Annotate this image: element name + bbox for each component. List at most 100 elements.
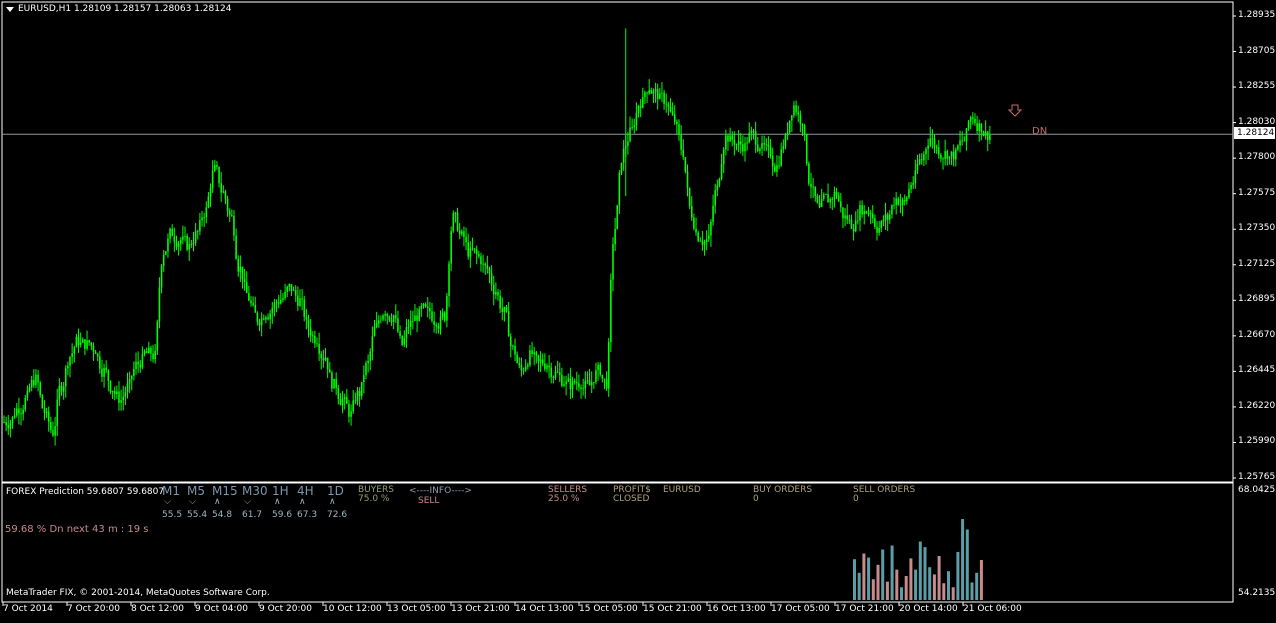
- candle-body: [897, 198, 900, 205]
- candle-body: [354, 400, 357, 402]
- candle-body: [5, 422, 7, 426]
- candle-body: [386, 314, 389, 317]
- candle-body: [175, 241, 178, 247]
- candle-body: [558, 372, 561, 375]
- candle-body: [15, 408, 18, 416]
- candle-body: [60, 385, 63, 392]
- candle-body: [333, 378, 335, 389]
- candle-body: [86, 340, 88, 349]
- time-tick-label: 20 Oct 14:00: [899, 604, 958, 614]
- chart-menu-triangle-icon[interactable]: [6, 7, 14, 12]
- symbol-info: EURUSD,H1 1.28109 1.28157 1.28063 1.2812…: [18, 4, 232, 14]
- candle-body: [431, 311, 433, 321]
- candle-body: [701, 240, 704, 245]
- candle-body: [748, 133, 751, 143]
- candle-body: [218, 166, 220, 184]
- candle-body: [607, 342, 610, 389]
- candle-body: [769, 146, 772, 156]
- candle-body: [957, 145, 959, 150]
- candle-body: [903, 199, 906, 202]
- candle-body: [265, 317, 267, 320]
- candle-body: [262, 318, 265, 320]
- candle-body: [588, 380, 591, 386]
- candle-body: [258, 321, 261, 326]
- candle-body: [275, 302, 278, 304]
- candle-body: [111, 390, 114, 393]
- candle-body: [584, 381, 587, 389]
- candle-body: [893, 205, 895, 206]
- candle-body: [908, 189, 910, 198]
- candle-body: [458, 230, 461, 235]
- candle-body: [165, 251, 167, 255]
- timeframe-label: M1: [162, 484, 180, 498]
- candle-body: [120, 400, 122, 403]
- timeframe-label: M15: [212, 484, 238, 498]
- timeframe-label: 1H: [272, 484, 289, 498]
- candle-body: [552, 377, 555, 378]
- candle-body: [978, 123, 981, 132]
- candle-body: [495, 291, 497, 295]
- price-tick-label: 1.25990: [1238, 436, 1276, 447]
- candle-body: [771, 155, 774, 167]
- candle-body: [45, 411, 48, 413]
- time-tick-label: 7 Oct 2014: [3, 604, 53, 614]
- candle-body: [610, 279, 612, 343]
- candle-body: [418, 309, 421, 321]
- candle-body: [580, 387, 582, 389]
- candle-body: [578, 383, 580, 388]
- candle-body: [73, 347, 76, 354]
- candle-body: [631, 127, 633, 129]
- candle-body: [437, 326, 440, 329]
- histogram-bar: [885, 581, 889, 600]
- candle-body: [507, 311, 510, 337]
- candle-body: [9, 423, 12, 429]
- candle-body: [154, 350, 156, 360]
- candle-body: [699, 240, 702, 242]
- candle-body: [742, 144, 744, 152]
- candle-body: [269, 313, 271, 320]
- candle-body: [989, 135, 991, 140]
- candle-body: [639, 105, 642, 108]
- sell-orders-label: SELL ORDERS: [853, 485, 916, 495]
- candle-body: [92, 345, 95, 352]
- candle-body: [3, 421, 5, 423]
- chart-canvas[interactable]: [0, 0, 1276, 619]
- candle-body: [158, 287, 161, 322]
- candle-body: [456, 212, 459, 231]
- timeframe-value: 59.6: [272, 510, 293, 520]
- candle-body: [384, 314, 386, 316]
- candle-body: [667, 104, 670, 107]
- candle-body: [972, 117, 974, 119]
- candle-body: [946, 151, 949, 159]
- trend-up-icon: ∧: [214, 497, 221, 507]
- chart-window[interactable]: EURUSD,H1 1.28109 1.28157 1.28063 1.2812…: [0, 0, 1276, 619]
- candle-body: [567, 378, 570, 382]
- candle-body: [256, 312, 259, 322]
- candle-body: [884, 214, 887, 221]
- candle-body: [409, 320, 412, 327]
- candle-body: [859, 205, 861, 221]
- candle-body: [184, 235, 186, 237]
- candle-body: [239, 266, 242, 272]
- candle-body: [56, 399, 59, 427]
- candle-body: [799, 114, 802, 124]
- candle-body: [135, 361, 137, 370]
- candle-body: [118, 391, 120, 403]
- timeframe-value: 55.4: [187, 510, 208, 520]
- candle-body: [463, 231, 465, 237]
- candle-body: [367, 360, 369, 364]
- candle-body: [429, 308, 431, 312]
- candle-body: [81, 339, 84, 343]
- trend-up-icon: ∧: [299, 497, 306, 507]
- histogram-bar: [979, 559, 983, 600]
- candle-body: [324, 357, 327, 361]
- candle-body: [226, 198, 229, 211]
- time-tick-label: 7 Oct 20:00: [67, 604, 120, 614]
- candle-body: [267, 317, 269, 320]
- candle-body: [984, 131, 987, 136]
- candle-body: [786, 132, 789, 136]
- candle-body: [940, 154, 942, 159]
- candle-body: [273, 303, 276, 308]
- candle-body: [380, 319, 382, 321]
- candle-body: [358, 390, 361, 397]
